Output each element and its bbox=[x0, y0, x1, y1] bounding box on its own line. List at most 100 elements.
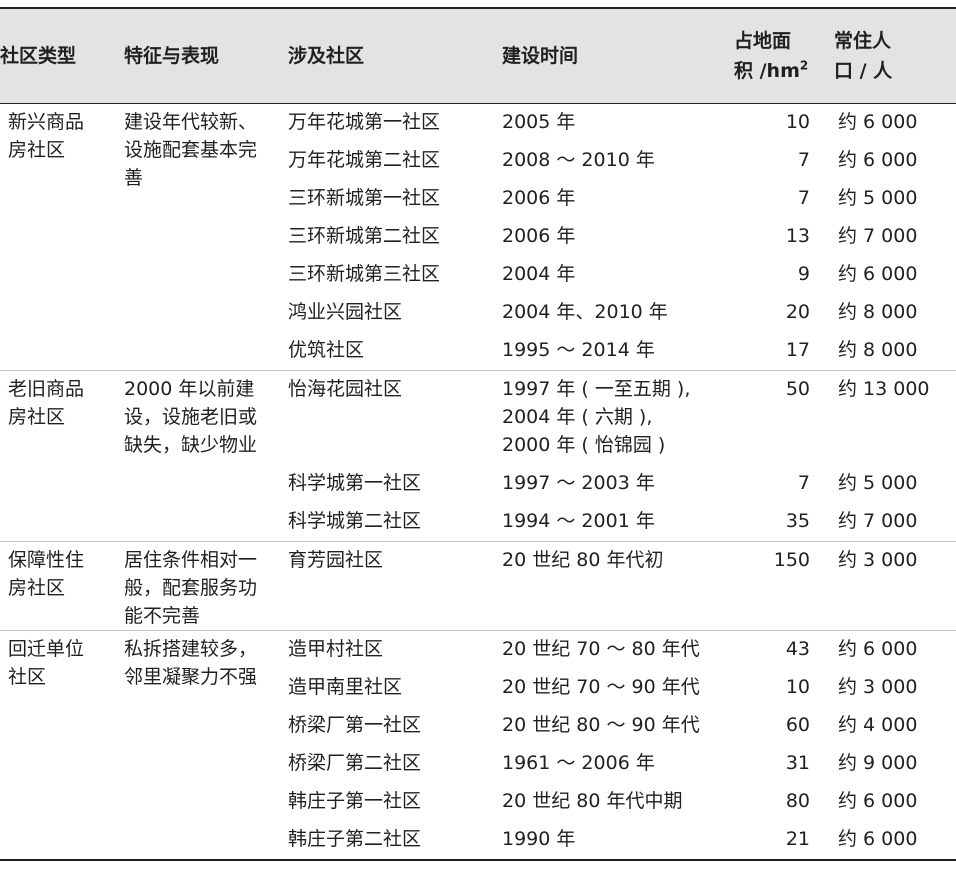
cell-population: 约 6 000 bbox=[838, 789, 918, 812]
cell-area: 80 bbox=[785, 789, 810, 812]
build-time-line: 2006 年 bbox=[502, 186, 576, 209]
cell-feature-text: 2000 年以前建设，设施老旧或缺失，缺少物业 bbox=[124, 377, 258, 456]
cell-build-time: 1997 ～ 2003 年 bbox=[502, 465, 734, 503]
cell-population: 约 5 000 bbox=[838, 186, 918, 209]
cell-area: 20 bbox=[785, 300, 810, 323]
cell-build-time: 20 世纪 80 ～ 90 年代 bbox=[502, 707, 734, 745]
cell-build-time: 2005 年 bbox=[502, 103, 734, 142]
cell-build-time: 20 世纪 80 年代初 bbox=[502, 540, 734, 630]
cell-community-name: 造甲村社区 bbox=[288, 629, 502, 669]
cell-feature-text: 居住条件相对一般，配套服务功能不完善 bbox=[124, 548, 258, 627]
cell-population: 约 6 000 bbox=[834, 629, 956, 669]
cell-community-type-text: 回迁单位社区 bbox=[8, 637, 85, 688]
cell-area: 7 bbox=[797, 471, 810, 494]
cell-population: 约 5 000 bbox=[838, 471, 918, 494]
cell-build-time: 1997 年 ( 一至五期 ), 2004 年 ( 六期 ), 2000 年 ( 怡… bbox=[502, 369, 734, 465]
cell-population: 约 9 000 bbox=[838, 751, 918, 774]
cell-community-name: 万年花城第二社区 bbox=[288, 148, 441, 171]
cell-population: 约 3 000 bbox=[834, 540, 956, 630]
cell-area: 60 bbox=[785, 713, 810, 736]
header-pop-line1: 常住人 bbox=[834, 29, 892, 52]
header-pop-line2: 口 / 人 bbox=[834, 59, 893, 82]
build-time-line: 2006 年 bbox=[502, 224, 576, 247]
table-row: 新兴商品房社区 建设年代较新、设施配套基本完善 万年花城第一社区 2005 年 10 约 … bbox=[0, 103, 956, 189]
cell-community-type-text: 保障性住房社区 bbox=[8, 548, 85, 599]
community-table: 社区类型 特征与表现 涉及社区 建设时间 占地面 积 /hm2 常住人 口 / … bbox=[0, 7, 956, 861]
cell-community-type: 老旧商品房社区 bbox=[0, 369, 124, 541]
cell-community-type: 保障性住房社区 bbox=[0, 540, 124, 630]
build-time-line: 20 世纪 70 ～ 90 年代 bbox=[502, 675, 700, 698]
table-body: 新兴商品房社区 建设年代较新、设施配套基本完善 万年花城第一社区 2005 年 10 约 … bbox=[0, 103, 956, 861]
cell-feature: 居住条件相对一般，配套服务功能不完善 bbox=[124, 540, 288, 630]
build-time-line: 2008 ～ 2010 年 bbox=[502, 148, 655, 171]
cell-build-time: 2006 年 bbox=[502, 218, 734, 256]
header-area-unit: 积 /hm bbox=[734, 59, 800, 82]
cell-population: 约 7 000 bbox=[838, 224, 918, 247]
cell-population: 约 7 000 bbox=[838, 509, 918, 532]
table-row: 老旧商品房社区 2000 年以前建设，设施老旧或缺失，缺少物业 怡海花园社区 1997… bbox=[0, 369, 956, 541]
build-time-line: 2004 年 ( 六期 ), bbox=[502, 405, 653, 428]
cell-feature: 建设年代较新、设施配套基本完善 bbox=[124, 103, 288, 370]
header-area: 占地面 积 /hm2 bbox=[734, 7, 834, 104]
cell-feature-text: 建设年代较新、设施配套基本完善 bbox=[124, 110, 258, 189]
cell-build-time: 2006 年 bbox=[502, 180, 734, 218]
header-area-line2: 积 /hm2 bbox=[734, 56, 834, 86]
cell-community-type-text: 新兴商品房社区 bbox=[8, 110, 85, 161]
table-row: 保障性住房社区 居住条件相对一般，配套服务功能不完善 育芳园社区 20 世纪 80 年… bbox=[0, 540, 956, 630]
header-area-sup: 2 bbox=[799, 58, 809, 73]
cell-build-time: 1995 ～ 2014 年 bbox=[502, 332, 734, 371]
cell-area: 21 bbox=[734, 820, 834, 861]
cell-community-type: 回迁单位社区 bbox=[0, 629, 124, 861]
cell-feature-text: 私拆搭建较多，邻里凝聚力不强 bbox=[124, 637, 258, 688]
cell-population: 约 4 000 bbox=[838, 713, 918, 736]
cell-build-time: 1990 年 bbox=[502, 820, 734, 861]
cell-community-name: 科学城第二社区 bbox=[288, 509, 422, 532]
build-time-line: 20 世纪 80 ～ 90 年代 bbox=[502, 713, 700, 736]
cell-community-name: 造甲南里社区 bbox=[288, 675, 403, 698]
cell-area: 10 bbox=[785, 675, 810, 698]
build-time-line: 2004 年、2010 年 bbox=[502, 300, 668, 323]
cell-community-name: 三环新城第一社区 bbox=[288, 186, 441, 209]
cell-population: 约 6 000 bbox=[838, 110, 918, 133]
header-feature: 特征与表现 bbox=[124, 7, 288, 104]
header-type: 社区类型 bbox=[0, 7, 124, 104]
cell-feature: 私拆搭建较多，邻里凝聚力不强 bbox=[124, 629, 288, 861]
header-population: 常住人 口 / 人 bbox=[834, 7, 956, 104]
cell-community-name: 优筑社区 bbox=[288, 338, 365, 361]
cell-population: 约 6 000 bbox=[834, 820, 956, 861]
build-time-line: 20 世纪 70 ～ 80 年代 bbox=[502, 637, 700, 660]
cell-community-type-text: 老旧商品房社区 bbox=[8, 377, 85, 428]
cell-community-type: 新兴商品房社区 bbox=[0, 103, 124, 370]
cell-area: 7 bbox=[797, 186, 810, 209]
cell-build-time: 20 世纪 70 ～ 90 年代 bbox=[502, 669, 734, 707]
cell-area: 43 bbox=[734, 629, 834, 669]
cell-area: 50 bbox=[734, 369, 834, 465]
cell-community-name: 科学城第一社区 bbox=[288, 471, 422, 494]
cell-community-name: 万年花城第一社区 bbox=[288, 110, 441, 133]
cell-community-name: 三环新城第二社区 bbox=[288, 224, 441, 247]
cell-area: 17 bbox=[785, 338, 810, 361]
cell-area: 31 bbox=[785, 751, 810, 774]
cell-area: 13 bbox=[785, 224, 810, 247]
cell-build-time: 1994 ～ 2001 年 bbox=[502, 503, 734, 542]
cell-population: 约 3 000 bbox=[838, 675, 918, 698]
header-community: 涉及社区 bbox=[288, 7, 502, 104]
build-time-line: 1995 ～ 2014 年 bbox=[502, 338, 655, 361]
header-time: 建设时间 bbox=[502, 7, 734, 104]
cell-build-time: 20 世纪 70 ～ 80 年代 bbox=[502, 629, 734, 669]
cell-area: 10 bbox=[785, 110, 810, 133]
build-time-line: 2000 年 ( 怡锦园 ) bbox=[502, 433, 666, 456]
build-time-line: 1990 年 bbox=[502, 827, 576, 850]
header-area-line1: 占地面 bbox=[734, 29, 792, 52]
cell-area: 35 bbox=[785, 509, 810, 532]
cell-community-name: 韩庄子第一社区 bbox=[288, 789, 422, 812]
build-time-line: 2004 年 bbox=[502, 262, 576, 285]
cell-community-name: 桥梁厂第二社区 bbox=[288, 751, 422, 774]
cell-community-name: 鸿业兴园社区 bbox=[288, 300, 403, 323]
cell-build-time: 1961 ～ 2006 年 bbox=[502, 745, 734, 783]
cell-community-name: 育芳园社区 bbox=[288, 540, 502, 630]
cell-population: 约 8 000 bbox=[838, 300, 918, 323]
header-row: 社区类型 特征与表现 涉及社区 建设时间 占地面 积 /hm2 常住人 口 / … bbox=[0, 7, 956, 104]
cell-build-time: 2008 ～ 2010 年 bbox=[502, 142, 734, 180]
build-time-line: 2005 年 bbox=[502, 110, 576, 133]
